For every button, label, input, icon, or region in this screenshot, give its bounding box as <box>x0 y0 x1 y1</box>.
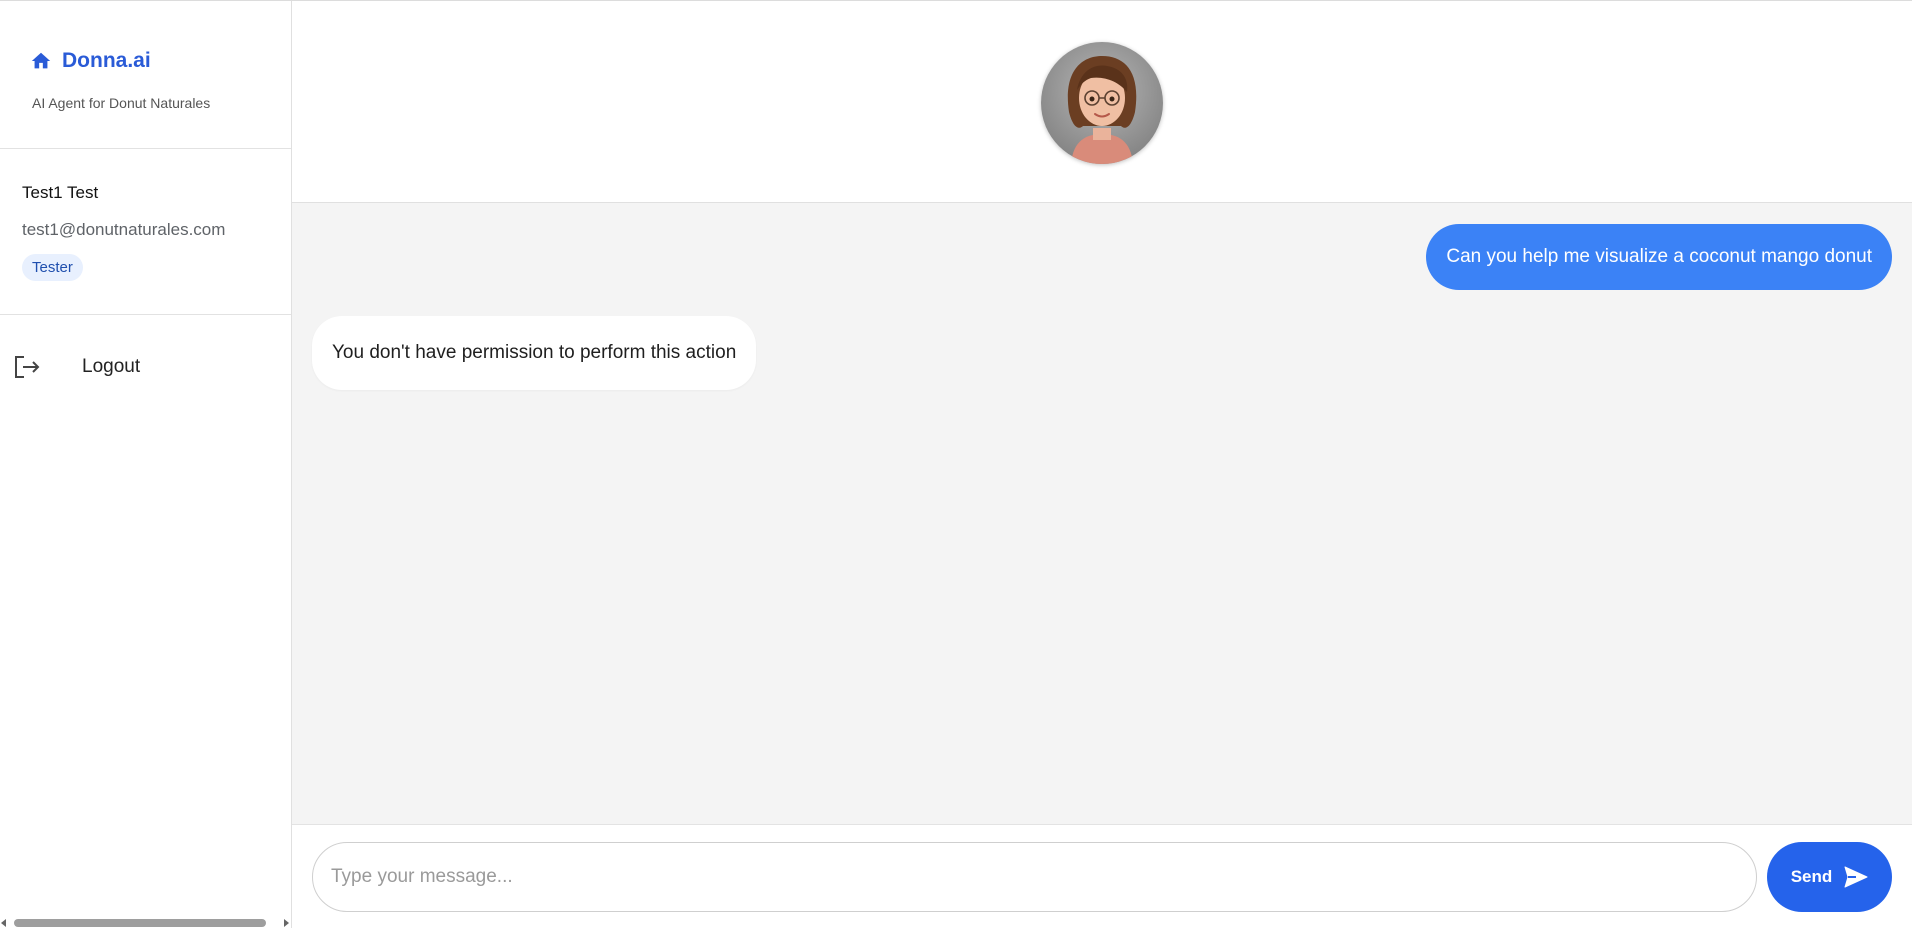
app-window: Donna.ai AI Agent for Donut Naturales Te… <box>0 0 1912 928</box>
brand-title: Donna.ai <box>62 49 151 72</box>
message-input[interactable] <box>312 841 1757 912</box>
logout-icon <box>12 352 42 382</box>
message-list[interactable]: Can you help me visualize a coconut mang… <box>292 203 1912 824</box>
assistant-avatar <box>1041 42 1163 164</box>
chat-main: Can you help me visualize a coconut mang… <box>292 1 1912 928</box>
user-message-bubble: Can you help me visualize a coconut mang… <box>1426 224 1892 290</box>
logout-button[interactable]: Logout <box>0 315 291 419</box>
send-button-label: Send <box>1790 866 1833 886</box>
user-card: Test1 Test test1@donutnaturales.com Test… <box>0 149 291 315</box>
brand-row[interactable]: Donna.ai <box>30 49 291 73</box>
send-button[interactable]: Send <box>1767 841 1892 912</box>
scroll-left-arrow-icon[interactable] <box>1 919 6 927</box>
user-email: test1@donutnaturales.com <box>22 220 226 239</box>
sidebar-horizontal-scrollbar[interactable] <box>0 918 292 928</box>
role-badge: Tester <box>22 254 83 281</box>
composer: Send <box>292 824 1912 928</box>
chat-header <box>292 1 1912 203</box>
home-icon[interactable] <box>30 50 52 72</box>
brand-subtitle: AI Agent for Donut Naturales <box>32 95 211 111</box>
logout-label: Logout <box>82 356 141 377</box>
sidebar: Donna.ai AI Agent for Donut Naturales Te… <box>0 1 292 928</box>
brand-header: Donna.ai AI Agent for Donut Naturales <box>0 1 291 149</box>
user-name: Test1 Test <box>22 183 99 202</box>
assistant-message-bubble: You don't have permission to perform thi… <box>312 316 757 390</box>
scroll-thumb[interactable] <box>14 919 266 927</box>
send-icon <box>1844 866 1868 888</box>
scroll-right-arrow-icon[interactable] <box>284 919 289 927</box>
